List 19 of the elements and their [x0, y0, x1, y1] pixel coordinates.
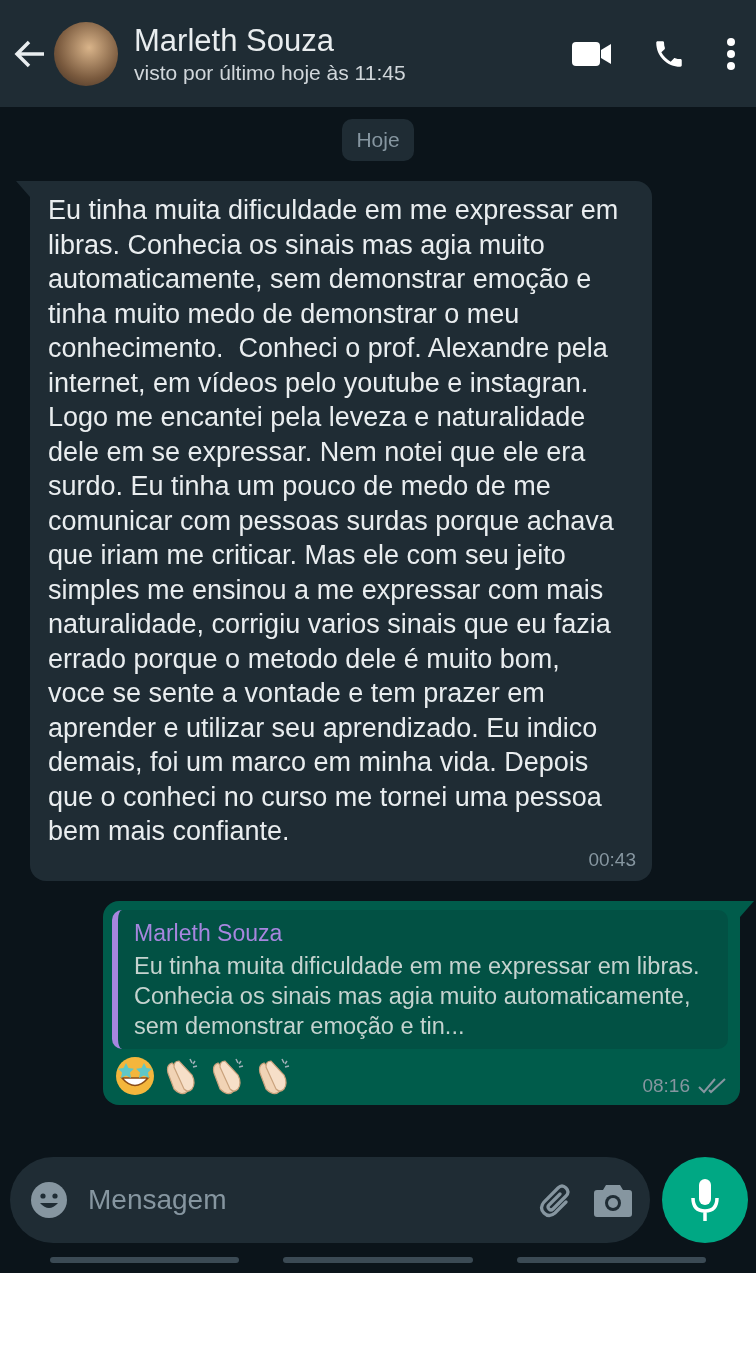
quoted-author: Marleth Souza	[134, 919, 284, 947]
back-button[interactable]	[14, 39, 46, 68]
message-time: 00:43	[588, 848, 636, 871]
star-struck-emoji-icon	[114, 1054, 156, 1097]
more-options-icon[interactable]	[726, 36, 736, 71]
date-chip: Hoje	[342, 119, 414, 161]
message-time: 08:16	[642, 1074, 690, 1097]
contact-name[interactable]: Marleth Souza	[134, 22, 564, 59]
message-composer-field[interactable]: Mensagem	[10, 1157, 650, 1243]
emoji-icon[interactable]	[30, 1181, 68, 1219]
message-input-field[interactable]: Mensagem	[86, 1183, 518, 1217]
back-arrow-icon	[14, 39, 46, 68]
quoted-message[interactable]: Marleth Souza Eu tinha muita dificuldade em me expressar em libras. Conhecia os sinais mas agia muito automaticamente, sem demonstrar emoção e tin...	[112, 909, 728, 1049]
microphone-icon	[690, 1178, 720, 1222]
quoted-text: Eu tinha muita dificuldade em me expressar em libras. Conhecia os sinais mas agia muito automaticamente, sem demonstrar emoção e tin...	[134, 951, 701, 1041]
video-camera-icon[interactable]	[572, 40, 612, 67]
last-seen-status: visto por último hoje às 11:45	[134, 60, 407, 85]
message-text: Eu tinha muita dificuldade em me expressar em libras. Conhecia os sinais mas agia muito automaticamente, sem demonstrar emoção e tinha muito medo de demonstrar o meu conhecimento. Conheci o prof. Alexandre pela internet, em vídeos pelo youtube e instagran. Logo me encantei pela leveza e naturalidade dele em se expressar. Nem notei que ele era surdo. Eu tinha um pouco de medo de me comunicar com pessoas surdas porque achava que iriam me criticar. Mas ele com seu jeito simples me ensinou a me expressar com mais naturalidade, corrigiu varios sinais que eu fazia errado porque o metodo dele é muito bom, voce se sente a vontade e tem prazer em aprender e utilizar seu aprendizado. Eu indico demais, foi um marco em minha vida. Depois que o conheci no curso me tornei uma pessoa bem mais confiante.	[48, 194, 620, 848]
camera-icon[interactable]	[594, 1183, 632, 1217]
